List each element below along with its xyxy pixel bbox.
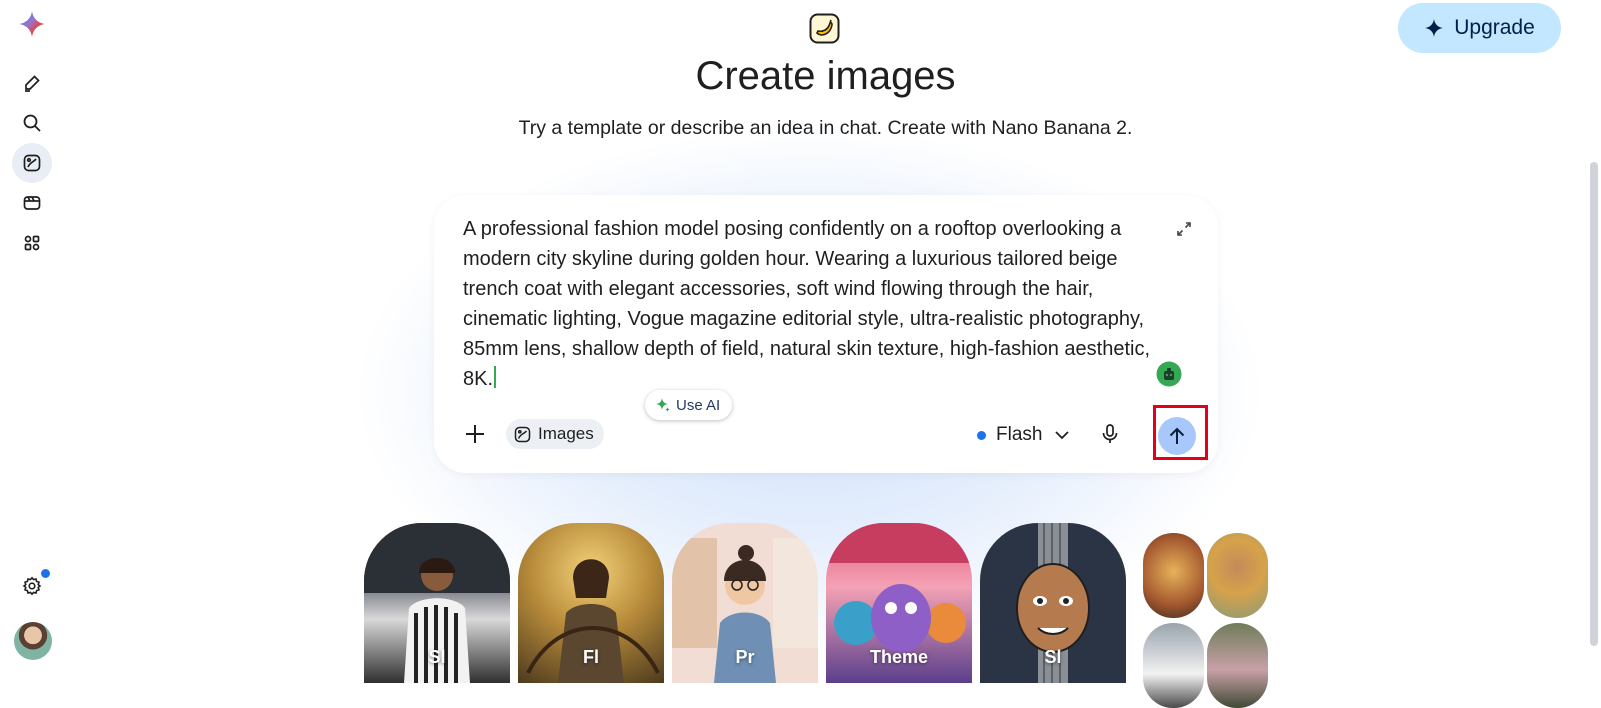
template-thumbnail[interactable] — [1207, 533, 1268, 618]
template-card-label: Sl — [428, 647, 446, 667]
text-caret — [494, 366, 497, 388]
grammar-extension-icon[interactable] — [1156, 361, 1182, 387]
video-icon — [23, 196, 41, 210]
gemini-logo-icon[interactable] — [19, 11, 45, 37]
images-tool-chip[interactable]: Images — [506, 419, 604, 449]
send-button-highlight — [1153, 405, 1208, 460]
image-create-icon — [23, 154, 41, 172]
template-card[interactable]: Sl — [980, 523, 1126, 683]
template-card-label: Fl — [583, 647, 599, 667]
videos-button[interactable] — [12, 183, 52, 223]
model-selector[interactable]: Flash — [977, 419, 1072, 451]
upgrade-button[interactable]: Upgrade — [1398, 3, 1561, 53]
model-status-dot — [977, 430, 986, 440]
template-card[interactable]: Pr — [672, 523, 818, 683]
prompt-composer: A professional fashion model posing conf… — [434, 195, 1218, 473]
sidebar — [0, 0, 66, 680]
template-card[interactable]: Sl — [364, 523, 510, 683]
plus-icon — [466, 425, 484, 443]
page-subtitle: Try a template or describe an idea in ch… — [518, 117, 1133, 139]
model-label: Flash — [996, 424, 1043, 445]
scrollbar[interactable] — [1590, 162, 1598, 646]
template-thumbnail[interactable] — [1143, 623, 1204, 708]
sparkle-icon — [1425, 19, 1444, 37]
microphone-button[interactable] — [1093, 417, 1127, 451]
image-create-icon — [514, 426, 531, 442]
expand-icon[interactable] — [1175, 220, 1193, 238]
use-ai-button[interactable]: Use AI — [645, 390, 733, 420]
chevron-down-icon — [1055, 431, 1070, 440]
apps-button[interactable] — [12, 223, 52, 263]
template-card-label: Theme — [869, 647, 929, 667]
prompt-input[interactable]: A professional fashion model posing conf… — [463, 214, 1163, 394]
prompt-text: A professional fashion model posing conf… — [463, 218, 1151, 390]
template-gallery: Sl Fl Pr Theme Sl — [364, 523, 1274, 708]
create-images-button[interactable] — [12, 143, 52, 183]
upgrade-label: Upgrade — [1454, 16, 1535, 39]
microphone-icon — [1102, 424, 1118, 443]
template-card[interactable]: Theme — [826, 523, 972, 683]
ai-sparkle-icon — [656, 398, 670, 412]
avatar[interactable] — [14, 622, 52, 660]
page-title: Create images — [695, 54, 956, 98]
apps-icon — [24, 235, 40, 251]
template-card-label: Sl — [1044, 647, 1062, 667]
use-ai-label: Use AI — [676, 396, 721, 414]
template-thumbnail[interactable] — [1143, 533, 1204, 618]
images-chip-label: Images — [538, 424, 594, 443]
banana-icon — [809, 13, 840, 44]
add-attachment-button[interactable] — [459, 418, 491, 450]
gear-icon — [22, 576, 42, 596]
template-card[interactable]: Fl — [518, 523, 664, 683]
template-thumbnail[interactable] — [1207, 623, 1268, 708]
template-card-label: Pr — [735, 647, 755, 667]
notification-dot — [41, 569, 50, 578]
